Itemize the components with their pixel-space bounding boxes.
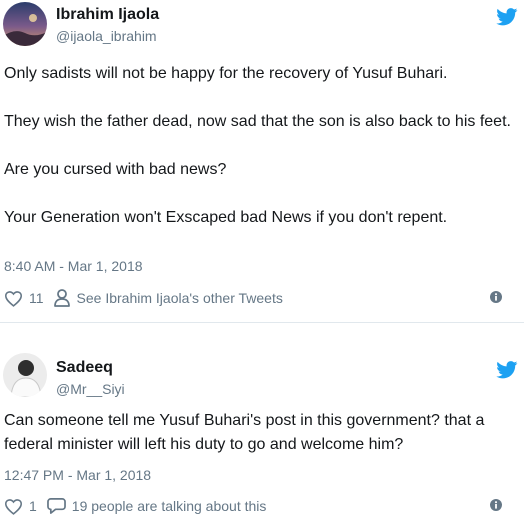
reply-bubble-icon bbox=[46, 498, 66, 514]
author-handle[interactable]: @Mr__Siyi bbox=[56, 381, 125, 397]
tweet-actions: 11 See Ibrahim Ijaola's other Tweets bbox=[4, 288, 283, 308]
tweet-paragraph: Can someone tell me Yusuf Buhari's post … bbox=[4, 412, 485, 453]
person-icon bbox=[53, 289, 70, 307]
info-icon[interactable] bbox=[490, 499, 502, 511]
avatar[interactable] bbox=[3, 353, 47, 397]
tweet-paragraph: Your Generation won't Exscaped bad News … bbox=[4, 209, 448, 226]
info-icon[interactable] bbox=[490, 291, 502, 303]
see-other-tweets-label: See Ibrahim Ijaola's other Tweets bbox=[76, 290, 283, 306]
tweet-card: Ibrahim Ijaola @ijaola_ibrahim Only sadi… bbox=[0, 0, 524, 322]
tweet-text: Only sadists will not be happy for the r… bbox=[4, 62, 516, 230]
tweet-paragraph: They wish the father dead, now sad that … bbox=[4, 113, 511, 130]
tweet-paragraph: Are you cursed with bad news? bbox=[4, 161, 227, 178]
see-other-tweets-link[interactable]: See Ibrahim Ijaola's other Tweets bbox=[53, 289, 283, 307]
tweet-text: Can someone tell me Yusuf Buhari's post … bbox=[4, 409, 516, 457]
like-button[interactable]: 11 bbox=[4, 290, 44, 307]
like-count: 1 bbox=[29, 498, 37, 514]
tweet-actions: 1 19 people are talking about this bbox=[4, 496, 266, 516]
twitter-bird-icon[interactable] bbox=[496, 361, 518, 379]
heart-icon bbox=[4, 498, 23, 515]
author-handle[interactable]: @ijaola_ibrahim bbox=[56, 28, 157, 44]
avatar[interactable] bbox=[3, 2, 47, 46]
tweet-timestamp[interactable]: 8:40 AM - Mar 1, 2018 bbox=[4, 258, 143, 274]
heart-icon bbox=[4, 290, 23, 307]
conversation-label: 19 people are talking about this bbox=[71, 498, 267, 514]
conversation-link[interactable]: 19 people are talking about this bbox=[46, 497, 267, 515]
like-count: 11 bbox=[29, 290, 44, 306]
author-name[interactable]: Sadeeq bbox=[56, 359, 113, 377]
twitter-bird-icon[interactable] bbox=[496, 8, 518, 26]
like-button[interactable]: 1 bbox=[4, 498, 37, 515]
tweet-timestamp[interactable]: 12:47 PM - Mar 1, 2018 bbox=[4, 467, 151, 483]
tweet-paragraph: Only sadists will not be happy for the r… bbox=[4, 65, 448, 82]
author-name[interactable]: Ibrahim Ijaola bbox=[56, 6, 159, 24]
tweet-card: Sadeeq @Mr__Siyi Can someone tell me Yus… bbox=[0, 323, 524, 524]
